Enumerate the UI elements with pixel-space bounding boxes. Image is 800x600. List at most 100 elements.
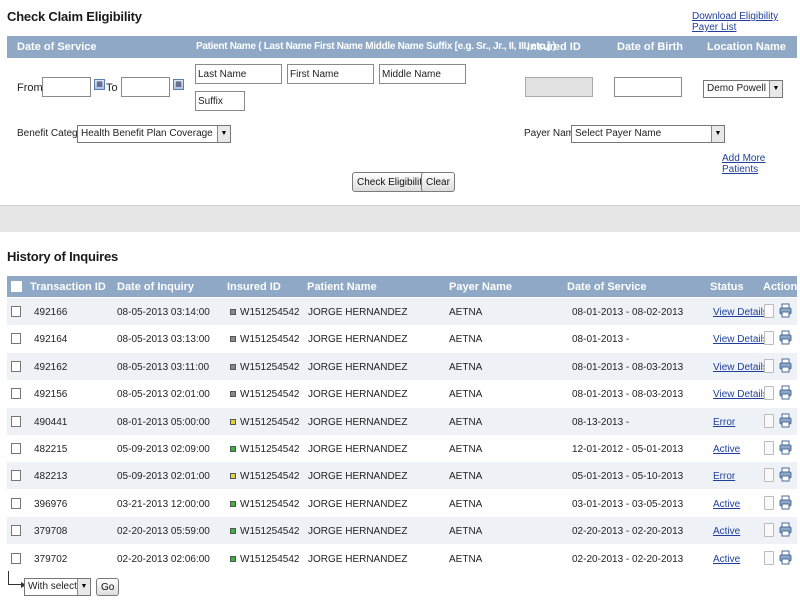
row-checkbox[interactable] xyxy=(11,443,21,454)
table-row: 490441 08-01-2013 05:00:00 W151254542 JORGE… xyxy=(7,407,797,435)
transaction-id: 492156 xyxy=(34,389,68,401)
to-date-input[interactable] xyxy=(121,77,170,97)
status-link[interactable]: Active xyxy=(713,526,740,537)
print-icon[interactable] xyxy=(779,550,792,565)
transaction-id: 492166 xyxy=(34,307,68,318)
date-of-inquiry: 08-05-2013 03:14:00 xyxy=(117,307,210,318)
benefit-category-select[interactable]: Health Benefit Plan Coverage ▼ xyxy=(77,125,231,143)
print-icon[interactable] xyxy=(779,440,792,455)
col-actions: Actions xyxy=(763,281,800,293)
payer-name-select[interactable]: Select Payer Name ▼ xyxy=(571,125,725,143)
with-selected-select[interactable]: With selected: ▼ xyxy=(24,578,91,596)
payer-name: AETNA xyxy=(449,498,483,510)
row-checkbox[interactable] xyxy=(11,360,21,372)
status-link[interactable]: Error xyxy=(713,471,735,482)
row-checkbox[interactable] xyxy=(11,333,21,345)
date-of-birth-input[interactable] xyxy=(614,77,682,97)
header-date-of-birth: Date of Birth xyxy=(617,41,683,53)
clear-button[interactable]: Clear xyxy=(421,172,455,192)
print-icon[interactable] xyxy=(779,358,792,373)
calendar-to-icon[interactable]: ▦ xyxy=(173,79,184,90)
row-checkbox[interactable] xyxy=(11,497,21,509)
status-dot-icon xyxy=(230,363,236,370)
status-link[interactable]: Error xyxy=(713,417,735,428)
date-of-inquiry: 08-05-2013 03:13:00 xyxy=(117,334,210,346)
patient-name: JORGE HERNANDEZ xyxy=(308,361,408,373)
insured-id: W151254542 xyxy=(240,307,300,318)
history-table-header: Transaction ID Date of Inquiry Insured I… xyxy=(7,276,800,297)
print-icon[interactable] xyxy=(779,303,792,318)
document-icon[interactable] xyxy=(764,386,774,401)
col-date-of-inquiry: Date of Inquiry xyxy=(117,281,195,293)
document-icon[interactable] xyxy=(764,304,774,318)
status-link[interactable]: View Details xyxy=(713,389,768,400)
date-of-service: 02-20-2013 - 02-20-2013 xyxy=(572,553,684,565)
status-link[interactable]: View Details xyxy=(713,307,768,318)
print-icon[interactable] xyxy=(779,385,792,400)
payer-name: AETNA xyxy=(449,361,483,373)
payer-name: AETNA xyxy=(449,416,483,428)
document-icon[interactable] xyxy=(764,550,774,565)
row-checkbox[interactable] xyxy=(11,306,21,317)
middle-name-input[interactable] xyxy=(379,64,466,84)
document-icon[interactable] xyxy=(764,523,774,538)
calendar-from-icon[interactable]: ▦ xyxy=(94,79,105,90)
status-link[interactable]: Active xyxy=(713,499,740,510)
transaction-id: 492162 xyxy=(34,361,68,373)
chevron-down-icon: ▼ xyxy=(769,81,782,97)
header-patient-name: Patient Name ( Last Name First Name Midd… xyxy=(196,41,556,52)
payer-name: AETNA xyxy=(449,471,483,483)
row-checkbox[interactable] xyxy=(11,415,21,427)
row-checkbox[interactable] xyxy=(11,552,21,564)
from-date-input[interactable] xyxy=(42,77,91,97)
date-of-service: 08-01-2013 - 08-03-2013 xyxy=(572,361,684,373)
row-checkbox[interactable] xyxy=(11,470,21,482)
print-icon[interactable] xyxy=(779,330,792,345)
select-all-checkbox[interactable] xyxy=(11,281,22,292)
row-checkbox[interactable] xyxy=(11,525,21,537)
page-title: Check Claim Eligibility xyxy=(7,9,142,24)
document-icon[interactable] xyxy=(764,413,774,428)
document-icon[interactable] xyxy=(764,468,774,483)
download-payer-list-link[interactable]: Download Eligibility Payer List xyxy=(692,11,800,33)
document-icon[interactable] xyxy=(764,358,774,373)
row-checkbox[interactable] xyxy=(11,388,21,400)
header-date-of-service: Date of Service xyxy=(17,41,97,53)
first-name-input[interactable] xyxy=(287,64,374,84)
chevron-down-icon: ▼ xyxy=(711,126,724,142)
document-icon[interactable] xyxy=(764,331,774,346)
payer-name: AETNA xyxy=(449,553,483,565)
insured-id: W151254542 xyxy=(240,471,300,483)
print-icon[interactable] xyxy=(779,467,792,482)
insured-id: W151254542 xyxy=(240,498,300,510)
patient-name: JORGE HERNANDEZ xyxy=(308,389,408,401)
print-icon[interactable] xyxy=(779,495,792,510)
table-row: 492156 08-05-2013 02:01:00 W151254542 JORGE… xyxy=(7,380,797,407)
date-of-service: 08-01-2013 - 08-02-2013 xyxy=(572,307,684,318)
payer-name: AETNA xyxy=(449,444,483,455)
header-insured-id: Insured ID xyxy=(527,41,581,53)
insured-id-input[interactable] xyxy=(525,77,593,97)
date-of-service: 08-13-2013 - xyxy=(572,416,630,428)
location-select[interactable]: Demo Powell Care ▼ xyxy=(703,80,783,98)
patient-name: JORGE HERNANDEZ xyxy=(308,416,408,428)
status-link[interactable]: Active xyxy=(713,444,740,455)
status-link[interactable]: Active xyxy=(713,554,740,565)
document-icon[interactable] xyxy=(764,495,774,510)
status-link[interactable]: View Details xyxy=(713,362,768,373)
status-link[interactable]: View Details xyxy=(713,334,768,345)
document-icon[interactable] xyxy=(764,441,774,455)
suffix-input[interactable] xyxy=(195,91,245,111)
add-more-patients-link[interactable]: Add More Patients xyxy=(722,153,800,175)
date-of-inquiry: 02-20-2013 02:06:00 xyxy=(117,553,210,565)
last-name-input[interactable] xyxy=(195,64,282,84)
table-row: 492162 08-05-2013 03:11:00 W151254542 JORGE… xyxy=(7,352,797,380)
print-icon[interactable] xyxy=(779,413,792,428)
transaction-id: 490441 xyxy=(34,416,68,428)
transaction-id: 482213 xyxy=(34,471,68,483)
payer-name: AETNA xyxy=(449,307,483,318)
print-icon[interactable] xyxy=(779,522,792,537)
date-of-inquiry: 05-09-2013 02:09:00 xyxy=(117,444,210,455)
go-button[interactable]: Go xyxy=(96,578,120,596)
date-of-inquiry: 02-20-2013 05:59:00 xyxy=(117,526,210,538)
